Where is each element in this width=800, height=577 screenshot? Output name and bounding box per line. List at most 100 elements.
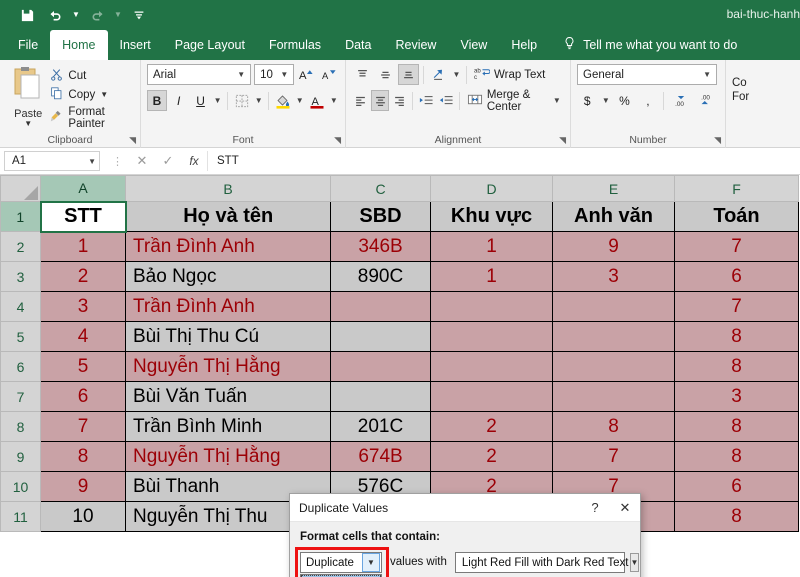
align-top-icon[interactable] — [352, 64, 373, 85]
undo-chevron-down-icon[interactable]: ▼ — [70, 3, 82, 27]
cell-c6[interactable] — [330, 351, 431, 382]
cell-b9[interactable]: Nguyễn Thị Hằng — [125, 441, 331, 472]
redo-icon[interactable] — [84, 3, 110, 27]
cell-c5[interactable] — [330, 321, 431, 352]
cell-a11[interactable]: 10 — [40, 501, 126, 532]
confirm-entry-icon[interactable]: ✓ — [155, 153, 181, 169]
underline-button[interactable]: U — [191, 90, 211, 111]
column-header-a[interactable]: A — [40, 175, 126, 202]
font-color-chevron-down-icon[interactable]: ▼ — [329, 96, 339, 105]
comma-style-icon[interactable]: , — [638, 90, 659, 111]
font-name-combo[interactable]: Arial ▼ — [147, 64, 252, 85]
cell-f6[interactable]: 8 — [674, 351, 799, 382]
cell-a10[interactable]: 9 — [40, 471, 126, 502]
cell-b4[interactable]: Trần Đình Anh — [125, 291, 331, 322]
cell-d8[interactable]: 2 — [430, 411, 553, 442]
tab-review[interactable]: Review — [383, 30, 448, 60]
row-header-5[interactable]: 5 — [0, 321, 41, 352]
cell-a3[interactable]: 2 — [40, 261, 126, 292]
format-painter-button[interactable]: Format Painter — [50, 106, 134, 130]
cell-d9[interactable]: 2 — [430, 441, 553, 472]
cell-f4[interactable]: 7 — [674, 291, 799, 322]
cell-e1[interactable]: Anh văn — [552, 201, 675, 232]
cell-f1[interactable]: Toán — [674, 201, 799, 232]
redo-chevron-down-icon[interactable]: ▼ — [112, 3, 124, 27]
italic-button[interactable]: I — [169, 90, 189, 111]
cell-f8[interactable]: 8 — [674, 411, 799, 442]
cell-f10[interactable]: 6 — [674, 471, 799, 502]
increase-indent-icon[interactable] — [437, 90, 455, 111]
paste-chevron-down-icon[interactable]: ▼ — [24, 120, 32, 128]
tab-formulas[interactable]: Formulas — [257, 30, 333, 60]
name-box-chevron-down-icon[interactable]: ▼ — [88, 157, 96, 166]
decrease-indent-icon[interactable] — [417, 90, 435, 111]
font-size-combo[interactable]: 10 ▼ — [254, 64, 295, 85]
cell-a5[interactable]: 4 — [40, 321, 126, 352]
tab-data[interactable]: Data — [333, 30, 383, 60]
bold-button[interactable]: B — [147, 90, 167, 111]
align-left-icon[interactable] — [352, 90, 369, 111]
row-header-1[interactable]: 1 — [0, 201, 41, 232]
column-header-b[interactable]: B — [125, 175, 331, 202]
conditional-formatting-button[interactable]: Co For — [732, 64, 779, 104]
cell-f3[interactable]: 6 — [674, 261, 799, 292]
cell-a2[interactable]: 1 — [40, 231, 126, 262]
font-size-chevron-down-icon[interactable]: ▼ — [277, 70, 291, 79]
fill-color-icon[interactable] — [273, 90, 293, 111]
row-header-2[interactable]: 2 — [0, 231, 41, 262]
cell-f9[interactable]: 8 — [674, 441, 799, 472]
cell-e4[interactable] — [552, 291, 675, 322]
cell-c1[interactable]: SBD — [330, 201, 431, 232]
cell-d2[interactable]: 1 — [430, 231, 553, 262]
borders-icon[interactable] — [232, 90, 252, 111]
clipboard-dialog-launcher-icon[interactable]: ◥ — [129, 135, 136, 146]
increase-decimal-icon[interactable]: .00 — [669, 90, 692, 111]
cell-a9[interactable]: 8 — [40, 441, 126, 472]
column-header-c[interactable]: C — [330, 175, 431, 202]
cell-f5[interactable]: 8 — [674, 321, 799, 352]
cell-c2[interactable]: 346B — [330, 231, 431, 262]
merge-center-button[interactable]: Merge & Center ▼ — [464, 89, 564, 113]
cell-c9[interactable]: 674B — [330, 441, 431, 472]
tab-insert[interactable]: Insert — [108, 30, 163, 60]
row-header-9[interactable]: 9 — [0, 441, 41, 472]
number-format-combo[interactable]: General ▼ — [577, 64, 717, 85]
cell-b1[interactable]: Họ và tên — [125, 201, 331, 232]
row-header-10[interactable]: 10 — [0, 471, 41, 502]
help-icon[interactable]: ? — [580, 494, 610, 521]
decrease-font-size-icon[interactable]: A — [320, 64, 339, 85]
merge-center-chevron-down-icon[interactable]: ▼ — [553, 96, 561, 105]
cell-f2[interactable]: 7 — [674, 231, 799, 262]
name-box[interactable]: A1 ▼ — [4, 151, 100, 171]
tab-page-layout[interactable]: Page Layout — [163, 30, 257, 60]
tab-help[interactable]: Help — [499, 30, 549, 60]
cell-e5[interactable] — [552, 321, 675, 352]
cell-a8[interactable]: 7 — [40, 411, 126, 442]
rule-select[interactable]: Duplicate ▼ — [300, 552, 382, 573]
align-center-icon[interactable] — [371, 90, 389, 111]
copy-chevron-down-icon[interactable]: ▼ — [100, 91, 108, 99]
cell-e7[interactable] — [552, 381, 675, 412]
align-right-icon[interactable] — [391, 90, 408, 111]
save-icon[interactable] — [14, 3, 40, 27]
column-header-e[interactable]: E — [552, 175, 675, 202]
cancel-entry-icon[interactable]: ✕ — [129, 153, 155, 169]
cell-e6[interactable] — [552, 351, 675, 382]
increase-font-size-icon[interactable]: A — [297, 64, 316, 85]
select-all-corner[interactable] — [0, 175, 41, 202]
tell-me-search[interactable]: Tell me what you want to do — [549, 30, 747, 60]
percent-icon[interactable]: % — [614, 90, 635, 111]
row-header-4[interactable]: 4 — [0, 291, 41, 322]
row-header-6[interactable]: 6 — [0, 351, 41, 382]
close-icon[interactable]: ✕ — [610, 494, 640, 521]
orientation-chevron-down-icon[interactable]: ▼ — [451, 70, 462, 79]
cell-d6[interactable] — [430, 351, 553, 382]
underline-chevron-down-icon[interactable]: ▼ — [212, 96, 222, 105]
cell-d5[interactable] — [430, 321, 553, 352]
currency-icon[interactable]: $ — [577, 90, 598, 111]
borders-chevron-down-icon[interactable]: ▼ — [254, 96, 264, 105]
cell-b5[interactable]: Bùi Thị Thu Cú — [125, 321, 331, 352]
cell-e8[interactable]: 8 — [552, 411, 675, 442]
orientation-icon[interactable] — [428, 64, 449, 85]
cell-a7[interactable]: 6 — [40, 381, 126, 412]
